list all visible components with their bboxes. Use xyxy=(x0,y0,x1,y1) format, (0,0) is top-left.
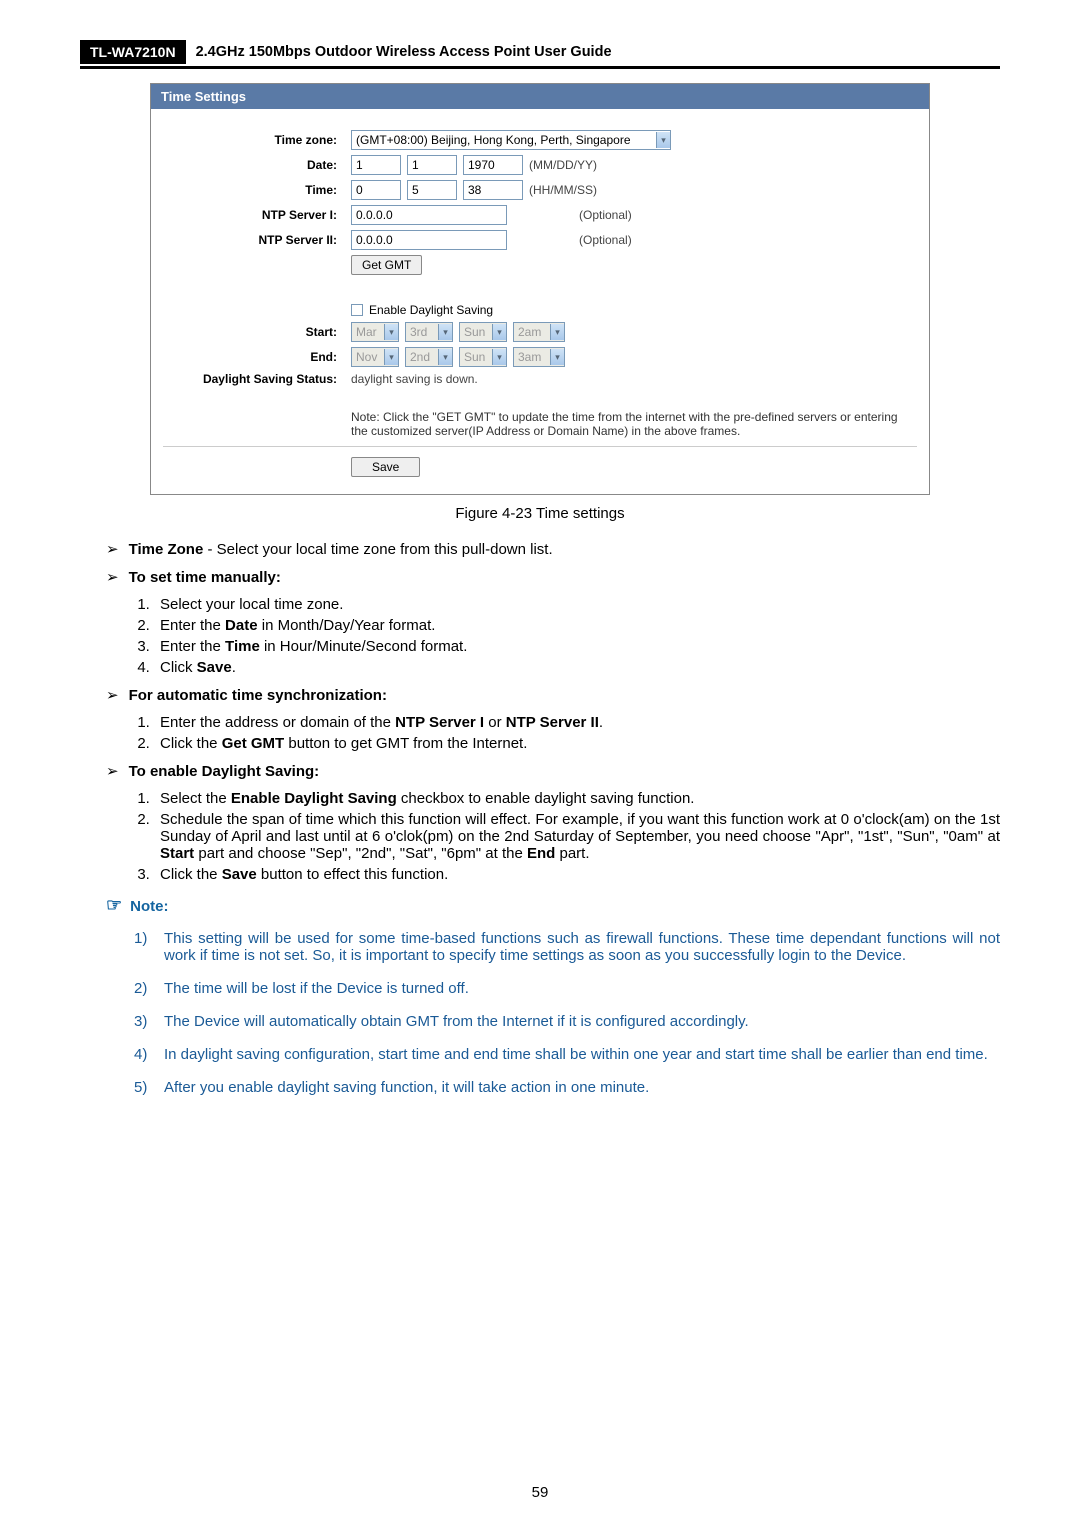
guide-title: 2.4GHz 150Mbps Outdoor Wireless Access P… xyxy=(196,44,612,60)
list-item: Click the Get GMT button to get GMT from… xyxy=(154,735,1000,752)
get-gmt-button[interactable]: Get GMT xyxy=(351,255,422,275)
list-item: Schedule the span of time which this fun… xyxy=(154,811,1000,862)
list-item: Click Save. xyxy=(154,659,1000,676)
list-item: Select your local time zone. xyxy=(154,596,1000,613)
chevron-down-icon xyxy=(384,324,398,340)
time-hour-input[interactable]: 0 xyxy=(351,180,401,200)
auto-steps-list: Enter the address or domain of the NTP S… xyxy=(154,714,1000,752)
bullet-auto-header: For automatic time synchronization: xyxy=(106,686,1000,704)
chevron-down-icon xyxy=(550,349,564,365)
start-label: Start: xyxy=(151,325,351,339)
note-item: 3)The Device will automatically obtain G… xyxy=(134,1013,1000,1030)
enable-dst-checkbox[interactable] xyxy=(351,304,363,316)
start-ord-select[interactable]: 3rd xyxy=(405,322,453,342)
date-month-input[interactable]: 1 xyxy=(351,155,401,175)
bullet-dst-header: To enable Daylight Saving: xyxy=(106,762,1000,780)
date-label: Date: xyxy=(151,158,351,172)
dst-status-label: Daylight Saving Status: xyxy=(151,372,351,386)
chevron-down-icon xyxy=(656,132,670,148)
dst-status-text: daylight saving is down. xyxy=(351,372,478,386)
timezone-select[interactable]: (GMT+08:00) Beijing, Hong Kong, Perth, S… xyxy=(351,130,671,150)
end-ord-select[interactable]: 2nd xyxy=(405,347,453,367)
start-hr-select[interactable]: 2am xyxy=(513,322,565,342)
start-day-select[interactable]: Sun xyxy=(459,322,507,342)
ntp1-label: NTP Server I: xyxy=(151,208,351,222)
list-item: Enter the Date in Month/Day/Year format. xyxy=(154,617,1000,634)
time-settings-panel: Time Settings Time zone: (GMT+08:00) Bei… xyxy=(150,83,930,495)
time-min-input[interactable]: 5 xyxy=(407,180,457,200)
notes-list: 1)This setting will be used for some tim… xyxy=(134,930,1000,1096)
end-hr-select[interactable]: 3am xyxy=(513,347,565,367)
note-header: Note: xyxy=(106,895,1000,916)
ntp2-hint: (Optional) xyxy=(579,233,632,247)
dst-steps-list: Select the Enable Daylight Saving checkb… xyxy=(154,790,1000,883)
end-day-select[interactable]: Sun xyxy=(459,347,507,367)
chevron-down-icon xyxy=(550,324,564,340)
manual-steps-list: Select your local time zone. Enter the D… xyxy=(154,596,1000,676)
chevron-down-icon xyxy=(492,324,506,340)
time-sec-input[interactable]: 38 xyxy=(463,180,523,200)
chevron-down-icon xyxy=(492,349,506,365)
note-item: 4)In daylight saving configuration, star… xyxy=(134,1046,1000,1063)
ntp2-input[interactable]: 0.0.0.0 xyxy=(351,230,507,250)
date-day-input[interactable]: 1 xyxy=(407,155,457,175)
list-item: Enter the Time in Hour/Minute/Second for… xyxy=(154,638,1000,655)
ntp2-label: NTP Server II: xyxy=(151,233,351,247)
note-item: 2)The time will be lost if the Device is… xyxy=(134,980,1000,997)
time-label: Time: xyxy=(151,183,351,197)
save-button[interactable]: Save xyxy=(351,457,420,477)
end-mon-select[interactable]: Nov xyxy=(351,347,399,367)
list-item: Enter the address or domain of the NTP S… xyxy=(154,714,1000,731)
chevron-down-icon xyxy=(438,324,452,340)
list-item: Click the Save button to effect this fun… xyxy=(154,866,1000,883)
start-mon-select[interactable]: Mar xyxy=(351,322,399,342)
date-year-input[interactable]: 1970 xyxy=(463,155,523,175)
end-label: End: xyxy=(151,350,351,364)
note-item: 1)This setting will be used for some tim… xyxy=(134,930,1000,964)
timezone-value: (GMT+08:00) Beijing, Hong Kong, Perth, S… xyxy=(356,133,631,147)
time-hint: (HH/MM/SS) xyxy=(529,183,597,197)
bullet-timezone: Time Zone - Select your local time zone … xyxy=(106,540,1000,558)
page-number: 59 xyxy=(0,1484,1080,1501)
model-badge: TL-WA7210N xyxy=(80,40,186,64)
enable-dst-label: Enable Daylight Saving xyxy=(369,303,493,317)
panel-note: Note: Click the "GET GMT" to update the … xyxy=(351,410,911,438)
ntp1-input[interactable]: 0.0.0.0 xyxy=(351,205,507,225)
list-item: Select the Enable Daylight Saving checkb… xyxy=(154,790,1000,807)
bullet-manual-header: To set time manually: xyxy=(106,568,1000,586)
panel-title: Time Settings xyxy=(151,84,929,109)
timezone-label: Time zone: xyxy=(151,133,351,147)
figure-caption: Figure 4-23 Time settings xyxy=(80,505,1000,522)
chevron-down-icon xyxy=(384,349,398,365)
page-header: TL-WA7210N 2.4GHz 150Mbps Outdoor Wirele… xyxy=(80,40,1000,69)
ntp1-hint: (Optional) xyxy=(579,208,632,222)
chevron-down-icon xyxy=(438,349,452,365)
note-item: 5)After you enable daylight saving funct… xyxy=(134,1079,1000,1096)
date-hint: (MM/DD/YY) xyxy=(529,158,597,172)
